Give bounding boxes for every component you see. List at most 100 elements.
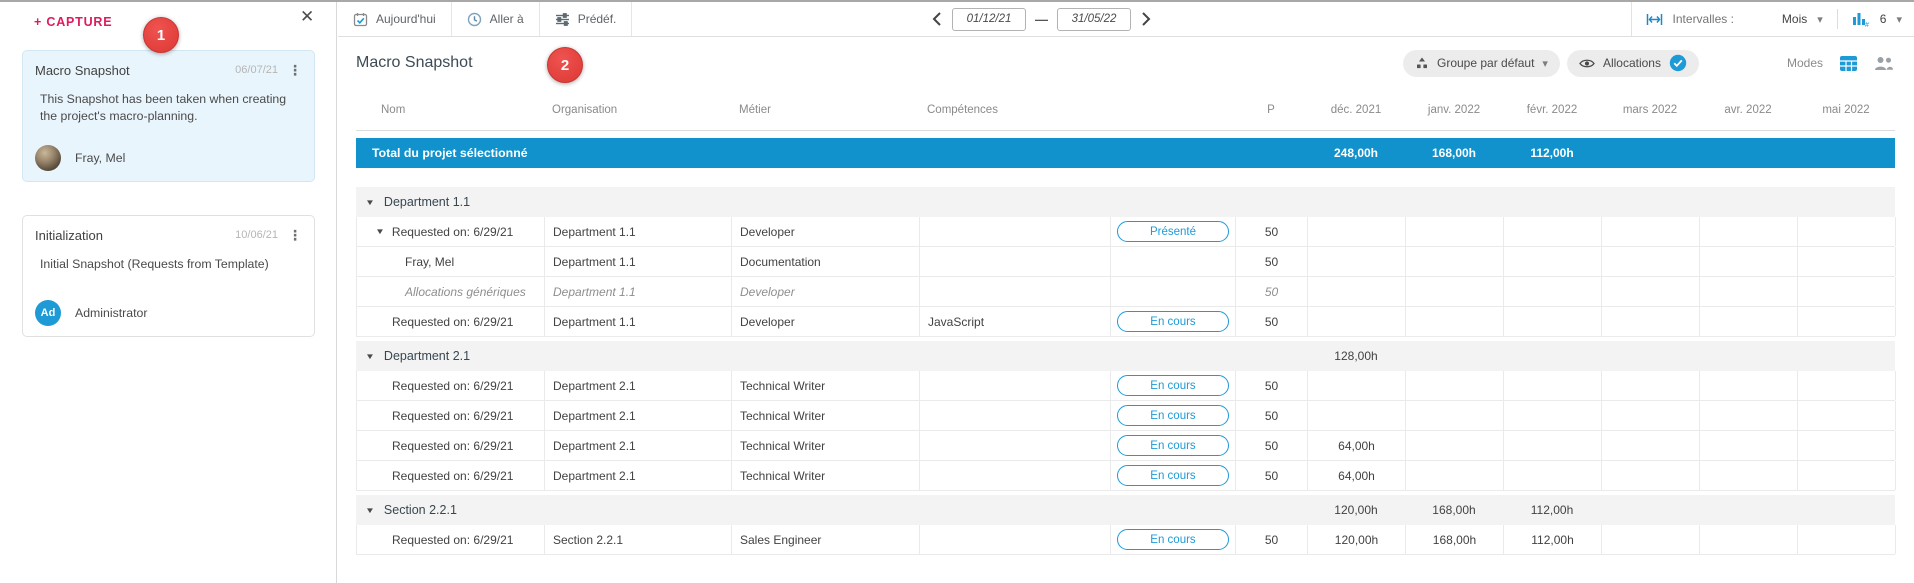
kebab-menu-icon[interactable]: ⋮: [288, 63, 302, 77]
expand-arrow-icon[interactable]: ▼: [375, 227, 385, 236]
intervals-label: Intervalles :: [1673, 12, 1734, 26]
date-separator: —: [1035, 12, 1048, 27]
group-label: Department 2.1: [384, 349, 470, 363]
avatar: Ad: [35, 300, 61, 326]
table-row[interactable]: Requested on: 6/29/21Department 2.1Techn…: [356, 431, 1895, 461]
close-icon[interactable]: ✕: [300, 8, 314, 25]
today-label: Aujourd'hui: [376, 12, 436, 26]
caret-down-icon[interactable]: ▾: [1896, 13, 1902, 26]
status-badge[interactable]: En cours: [1117, 529, 1229, 550]
table-row[interactable]: ▼Requested on: 6/29/21Department 1.1Deve…: [356, 217, 1895, 247]
cell-month-value: [1798, 371, 1896, 400]
cell-competences: [920, 431, 1111, 460]
table-header-row: NomOrganisationMétierCompétencesPdéc. 20…: [356, 89, 1895, 131]
chevron-right-icon[interactable]: [1140, 12, 1153, 26]
column-header: févr. 2022: [1503, 104, 1601, 116]
status-badge[interactable]: En cours: [1117, 435, 1229, 456]
predefined-button[interactable]: Prédéf.: [540, 2, 633, 36]
cell-month-value: [1602, 307, 1700, 336]
collapse-arrow-icon: ▼: [365, 198, 375, 207]
date-from-input[interactable]: 01/12/21: [952, 8, 1026, 31]
cell-month-value: [1406, 247, 1504, 276]
column-header: janv. 2022: [1405, 104, 1503, 116]
status-badge[interactable]: En cours: [1117, 405, 1229, 426]
table-mode-icon[interactable]: [1839, 55, 1858, 72]
row-name: Requested on: 6/29/21: [392, 533, 513, 547]
goto-button[interactable]: Aller à: [452, 2, 540, 36]
cell-nom: Requested on: 6/29/21: [357, 371, 545, 400]
cell-month-value: 64,00h: [1308, 431, 1406, 460]
column-header: avr. 2022: [1699, 104, 1797, 116]
cell-month-value: [1798, 431, 1896, 460]
cell-month-value: 112,00h: [1504, 525, 1602, 554]
cell-month-value: [1406, 277, 1504, 306]
table-row[interactable]: Requested on: 6/29/21Department 2.1Techn…: [356, 401, 1895, 431]
org-chart-icon: [1415, 56, 1429, 70]
status-badge[interactable]: En cours: [1117, 311, 1229, 332]
modes-label: Modes: [1787, 56, 1823, 70]
cell-metier: Technical Writer: [732, 431, 920, 460]
main-panel: Aujourd'hui Aller à Prédéf. 01/12/21 —: [338, 2, 1914, 583]
table-row[interactable]: Fray, MelDepartment 1.1Documentation50: [356, 247, 1895, 277]
group-header-row[interactable]: ▼Section 2.2.1120,00h168,00h112,00h: [356, 495, 1895, 525]
cell-percent: 50: [1236, 431, 1308, 460]
goto-label: Aller à: [490, 12, 524, 26]
histogram-count-select[interactable]: 6: [1880, 12, 1887, 26]
cell-nom: Requested on: 6/29/21: [357, 461, 545, 490]
date-to-input[interactable]: 31/05/22: [1057, 8, 1131, 31]
people-mode-icon[interactable]: [1874, 56, 1894, 71]
cell-month-value: [1406, 307, 1504, 336]
clock-icon: [467, 12, 482, 27]
cell-nom: Requested on: 6/29/21: [357, 525, 545, 554]
window-top-edge: [0, 0, 1914, 2]
table-row[interactable]: Requested on: 6/29/21Department 2.1Techn…: [356, 371, 1895, 401]
kebab-menu-icon[interactable]: ⋮: [288, 228, 302, 242]
cell-competences: [920, 371, 1111, 400]
group-by-dropdown[interactable]: Groupe par défaut ▾: [1403, 50, 1560, 77]
table-row[interactable]: Requested on: 6/29/21Section 2.2.1Sales …: [356, 525, 1895, 555]
group-header-row[interactable]: ▼Department 2.1128,00h: [356, 341, 1895, 371]
cell-nom: Fray, Mel: [357, 247, 545, 276]
today-button[interactable]: Aujourd'hui: [338, 2, 452, 36]
chevron-left-icon[interactable]: [930, 12, 943, 26]
total-month-value: 168,00h: [1405, 146, 1503, 160]
group-header-row[interactable]: ▼Department 1.1: [356, 187, 1895, 217]
status-badge[interactable]: Présenté: [1117, 221, 1229, 242]
cell-month-value: [1308, 371, 1406, 400]
snapshot-description: Initial Snapshot (Requests from Template…: [35, 256, 302, 273]
cell-metier: Technical Writer: [732, 401, 920, 430]
cell-month-value: [1504, 461, 1602, 490]
status-badge[interactable]: En cours: [1117, 375, 1229, 396]
caret-down-icon[interactable]: ▾: [1817, 13, 1823, 26]
cell-status: [1111, 247, 1236, 276]
cell-organisation: Department 1.1: [545, 277, 732, 306]
cell-nom: Requested on: 6/29/21: [357, 401, 545, 430]
avatar: [35, 145, 61, 171]
capture-button[interactable]: + CAPTURE: [34, 15, 112, 29]
cell-month-value: [1406, 217, 1504, 246]
column-header: P: [1235, 104, 1307, 116]
snapshot-card-macro[interactable]: Macro Snapshot 06/07/21 ⋮ This Snapshot …: [22, 50, 315, 182]
cell-month-value: 168,00h: [1406, 525, 1504, 554]
row-name: Requested on: 6/29/21: [392, 379, 513, 393]
row-name: Requested on: 6/29/21: [392, 409, 513, 423]
table-row[interactable]: Requested on: 6/29/21Department 1.1Devel…: [356, 307, 1895, 337]
collapse-arrow-icon: ▼: [365, 506, 375, 515]
cell-month-value: [1700, 307, 1798, 336]
total-label: Total du projet sélectionné: [356, 146, 1307, 160]
column-header: mars 2022: [1601, 104, 1699, 116]
allocations-toggle[interactable]: Allocations: [1567, 50, 1699, 77]
group-label: Section 2.2.1: [384, 503, 457, 517]
intervals-select[interactable]: Mois: [1782, 12, 1807, 26]
table-row[interactable]: Allocations génériquesDepartment 1.1Deve…: [356, 277, 1895, 307]
cell-month-value: [1602, 401, 1700, 430]
group-name: ▼Department 1.1: [356, 195, 1307, 209]
cell-month-value: [1700, 277, 1798, 306]
cell-organisation: Section 2.2.1: [545, 525, 732, 554]
table-row[interactable]: Requested on: 6/29/21Department 2.1Techn…: [356, 461, 1895, 491]
cell-percent: 50: [1236, 401, 1308, 430]
total-month-value: 248,00h: [1307, 146, 1405, 160]
cell-month-value: [1700, 247, 1798, 276]
status-badge[interactable]: En cours: [1117, 465, 1229, 486]
snapshot-card-initialization[interactable]: Initialization 10/06/21 ⋮ Initial Snapsh…: [22, 215, 315, 337]
